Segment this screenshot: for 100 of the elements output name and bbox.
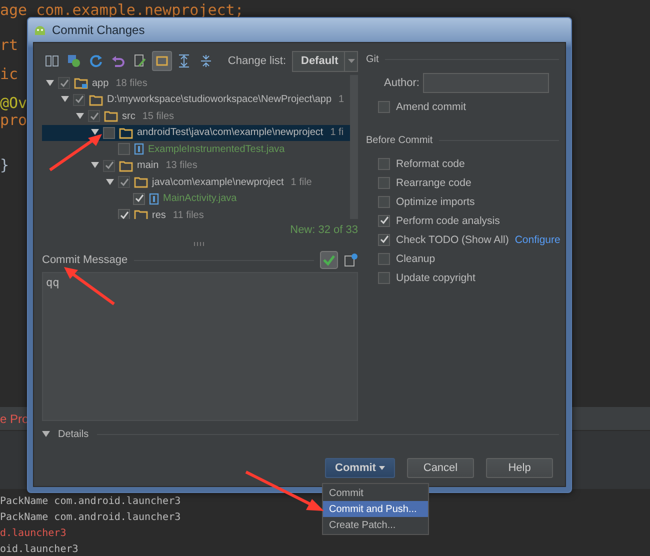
tree-row[interactable]: D:\myworkspace\studioworkspace\NewProject\app 1 [42,92,350,108]
tree-row[interactable]: main 13 files [42,158,350,174]
checkbox[interactable] [378,176,390,188]
tree-item-name: app [92,78,109,89]
expand-arrow-icon[interactable] [46,80,54,87]
option-label: Reformat code [396,158,465,170]
code-line: pro [0,112,28,129]
checkbox[interactable] [378,196,390,208]
file-count: 18 files [116,78,148,89]
tree-checkbox[interactable] [103,126,115,139]
tree-row[interactable]: MainActivity.java [42,190,350,207]
checkbox[interactable] [378,100,390,112]
folder-icon [89,94,103,106]
arrow-annotation [62,266,116,306]
code-line: age com.example.newproject; [0,2,244,19]
file-count: 1 fi [330,127,344,138]
folder-icon [104,110,118,122]
checkbox[interactable] [378,214,390,226]
module-folder-icon [74,77,88,90]
option-label: Perform code analysis [396,214,500,226]
android-icon [33,23,47,37]
expand-arrow-icon[interactable] [61,96,69,104]
java-file-icon [149,192,159,205]
tree-item-name: D:\myworkspace\studioworkspace\NewProject\app [107,94,332,106]
folder-icon [134,176,148,188]
details-label[interactable]: Details [58,428,89,440]
folder-icon [119,160,133,172]
option-label: Amend commit [396,100,466,112]
folder-icon [119,126,133,139]
java-file-icon [134,143,144,156]
history-icon[interactable] [344,253,358,267]
tree-checkbox[interactable] [88,110,100,122]
tree-row[interactable]: app 18 files [42,75,350,92]
tree-row[interactable]: res 11 files [42,207,350,219]
commit-message-field[interactable]: qq [42,272,358,421]
configure-link[interactable]: Configure [514,234,560,246]
tree-checkbox[interactable] [118,143,130,156]
code-line: @Ov [0,95,28,112]
file-count: 11 files [172,210,204,219]
tree-item-name: src [122,110,136,122]
option-label: Check TODO (Show All) [396,234,509,246]
section-label: Before Commit [366,134,433,146]
code-line: ic [0,66,18,83]
author-label: Author: [384,77,420,89]
changelist-label: Change list: [228,55,286,67]
tree-row[interactable]: androidTest\java\com\example\newproject 1 fi [42,124,350,141]
option-label: Rearrange code [396,176,472,188]
checkbox[interactable] [378,272,390,284]
tree-checkbox[interactable] [133,192,145,205]
folder-icon [134,209,148,219]
dialog-button[interactable]: Commit [325,458,395,478]
tree-row[interactable]: ExampleInstrumentedTest.java [42,141,350,158]
collapse-arrow-icon[interactable] [42,430,50,438]
file-count: 15 files [142,110,174,122]
spellcheck-icon[interactable] [320,251,338,269]
code-line: rt [0,37,18,54]
option-label: Optimize imports [396,196,475,208]
menu-item[interactable]: Commit [323,485,428,501]
console-line: PackName com.android.launcher3 [0,495,181,508]
caret-icon[interactable] [378,466,385,470]
file-count: 1 [338,94,344,106]
tree-checkbox[interactable] [73,94,85,106]
tree-item-name: MainActivity.java [163,193,237,204]
tree-row[interactable]: src 15 files [42,108,350,124]
author-field[interactable] [423,73,550,93]
file-count: 1 file [290,176,312,188]
dialog-button[interactable]: Help [486,458,553,478]
tree-item-name: java\com\example\newproject [152,176,284,188]
commit-message-label: Commit Message [42,254,128,266]
tree-item-name: main [137,160,159,172]
console-line: oid.launcher3 [0,543,78,556]
option-label: Cleanup [396,252,436,264]
tree-checkbox[interactable] [118,176,130,188]
dialog-button[interactable]: Cancel [407,458,474,478]
expand-arrow-icon[interactable] [91,162,99,170]
arrow-annotation [48,132,102,172]
menu-item[interactable]: Create Patch... [323,517,428,533]
file-count: 13 files [166,160,198,172]
tree-checkbox[interactable] [103,160,115,172]
checkbox[interactable] [378,252,390,264]
tree-status: New: 32 of 33 [290,224,358,236]
code-line: } [0,157,10,174]
checkbox[interactable] [378,158,390,170]
dialog-title: Commit Changes [52,23,145,37]
changelist-dropdown[interactable]: Default [292,50,358,72]
expand-arrow-icon[interactable] [91,129,99,136]
console-line: d.launcher3 [0,527,66,540]
tree-item-name: androidTest\java\com\example\newproject [137,127,324,138]
tree-checkbox[interactable] [118,209,130,219]
console-line: PackName com.android.launcher3 [0,511,181,524]
menu-item[interactable]: Commit and Push... [323,501,428,517]
group-icon[interactable] [152,51,172,71]
checkbox[interactable] [378,234,390,246]
tree-item-name: res [152,210,166,219]
tree-item-name: ExampleInstrumentedTest.java [148,144,285,155]
tree-checkbox[interactable] [58,77,70,90]
expand-arrow-icon[interactable] [76,112,84,120]
caret-icon[interactable] [348,59,354,63]
tree-row[interactable]: java\com\example\newproject 1 file [42,174,350,190]
expand-arrow-icon[interactable] [106,178,114,186]
